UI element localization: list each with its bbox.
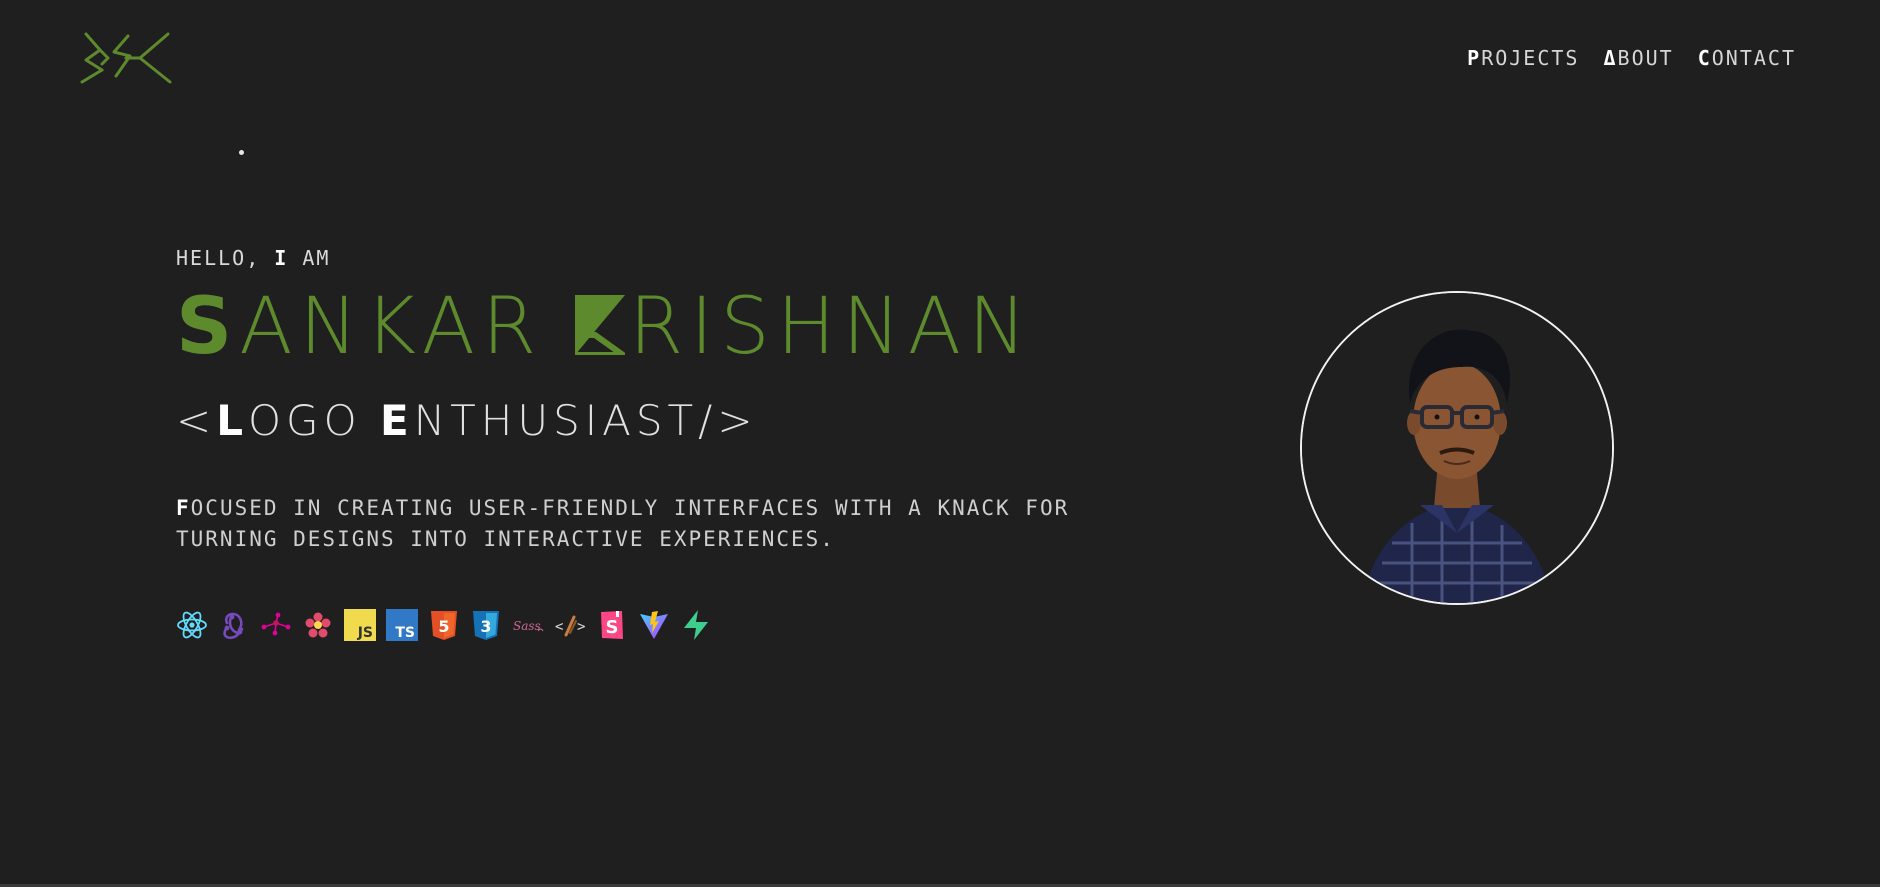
cursor-dot: [239, 150, 244, 155]
javascript-icon: JS: [344, 609, 376, 641]
react-icon: [176, 609, 208, 641]
typescript-icon: TS: [386, 609, 418, 641]
svg-text:S: S: [606, 617, 619, 638]
nav-projects[interactable]: PROJECTS: [1467, 46, 1579, 70]
k-glyph-icon: [572, 290, 633, 358]
svg-text:JS: JS: [357, 625, 373, 641]
storybook-icon: S: [596, 609, 628, 641]
hero-description: FOCUSED IN CREATING USER-FRIENDLY INTERF…: [176, 496, 1070, 551]
svg-text:Sass: Sass: [513, 619, 541, 633]
svg-text:<: <: [555, 619, 563, 635]
ssk-logo-icon: [80, 32, 172, 84]
svg-text:5: 5: [438, 617, 449, 636]
html5-icon: 5: [428, 609, 460, 641]
hero-name: SANKAR RISHNAN: [176, 282, 1034, 372]
svg-text:>: >: [577, 619, 585, 635]
brand-logo[interactable]: [80, 30, 172, 86]
svg-text:3: 3: [480, 617, 491, 636]
nav-about[interactable]: ΔBOUT: [1603, 46, 1673, 70]
recoil-icon: [302, 609, 334, 641]
main-nav: PROJECTS ΔBOUT CONTACT: [1467, 46, 1796, 70]
graphql-icon: [260, 609, 292, 641]
greeting-text: HELLO, I AM: [176, 246, 331, 270]
supabase-icon: [680, 609, 712, 641]
css3-icon: 3: [470, 609, 502, 641]
svg-text:TS: TS: [395, 625, 415, 641]
hero-role: <LOGO ENTHUSIAST/>: [176, 396, 758, 445]
tech-stack: JS TS 5 3 Sass < > S: [176, 609, 1136, 641]
redux-icon: [218, 609, 250, 641]
profile-photo: [1302, 293, 1612, 603]
sass-icon: Sass: [512, 609, 544, 641]
jsx-icon: < >: [554, 609, 586, 641]
hero-section: HELLO, I AM SANKAR RISHNAN <LOGO ENTHUSI…: [176, 246, 1136, 641]
nav-contact[interactable]: CONTACT: [1698, 46, 1796, 70]
profile-avatar: [1300, 291, 1614, 605]
vite-icon: [638, 609, 670, 641]
